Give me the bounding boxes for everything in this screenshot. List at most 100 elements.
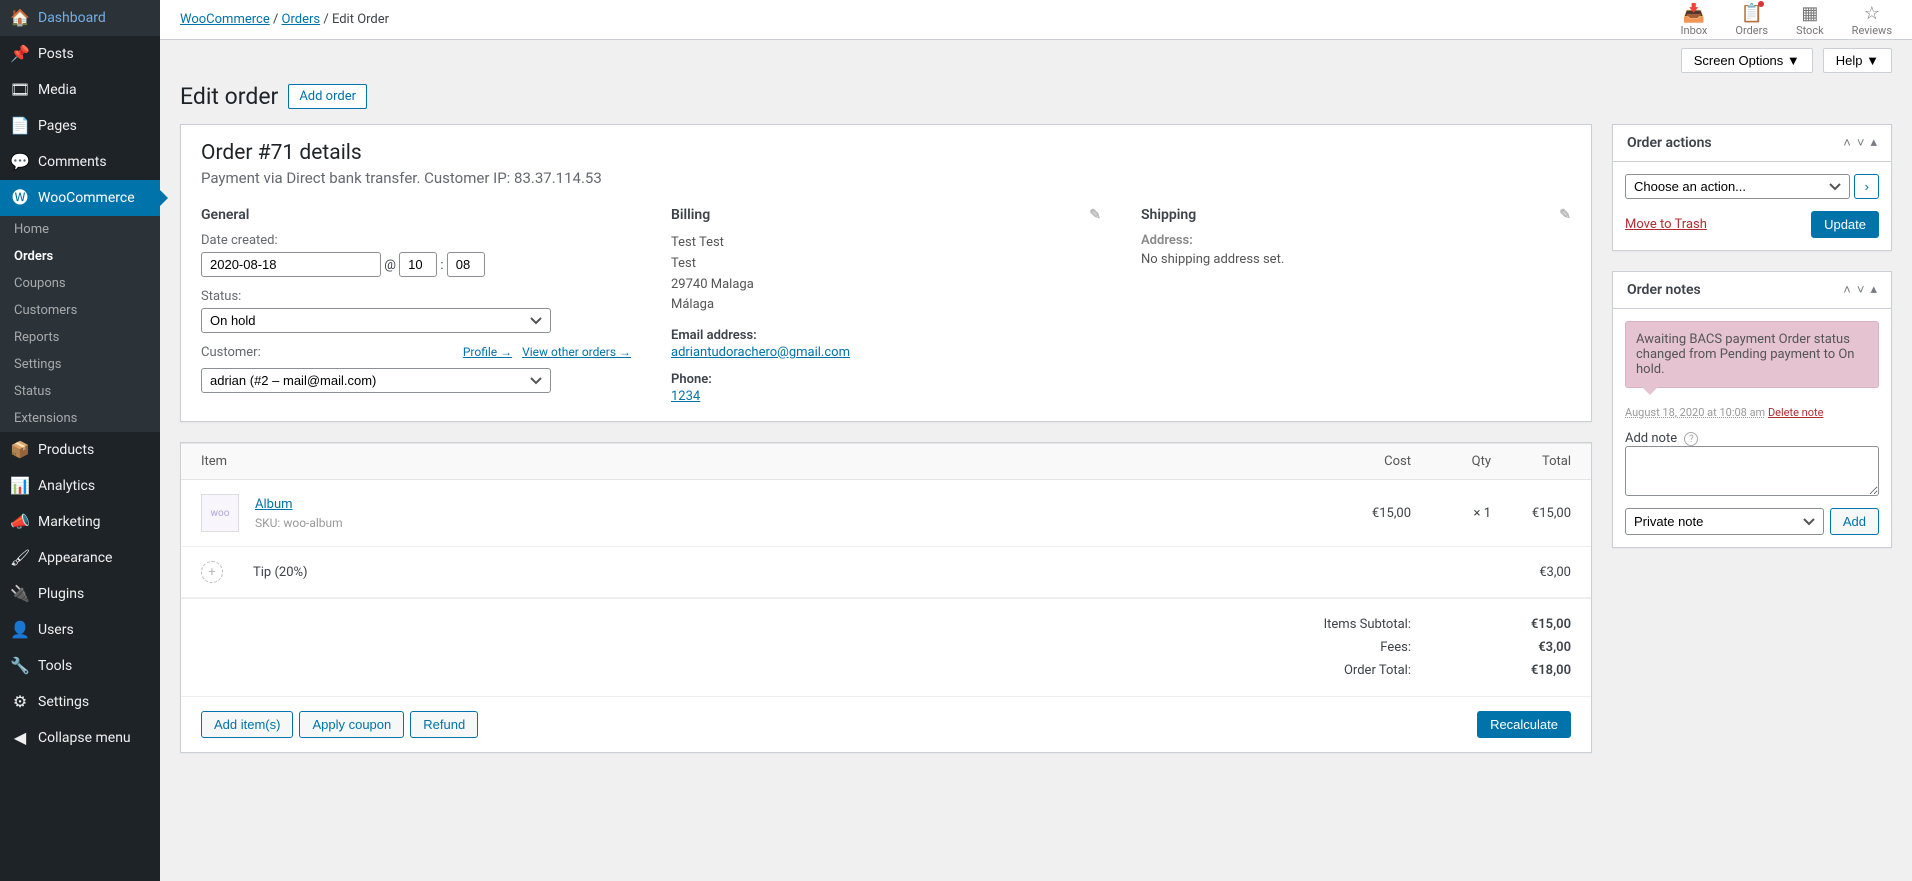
topicon-reviews[interactable]: ☆Reviews — [1852, 3, 1892, 37]
products-icon: 📦 — [10, 440, 30, 460]
billing-line4: Málaga — [671, 295, 1101, 316]
action-select[interactable]: Choose an action... — [1625, 174, 1850, 199]
sidebar-item-tools[interactable]: 🔧Tools — [0, 648, 160, 684]
expand-fee-icon[interactable]: + — [201, 561, 223, 583]
sidebar-item-analytics[interactable]: 📊Analytics — [0, 468, 160, 504]
shipping-section: Shipping✎ Address: No shipping address s… — [1141, 207, 1571, 405]
recalculate-button[interactable]: Recalculate — [1477, 711, 1571, 738]
sidebar-item-dashboard[interactable]: 🏠Dashboard — [0, 0, 160, 36]
sidebar-collapse[interactable]: ◀Collapse menu — [0, 720, 160, 756]
shipping-heading: Shipping — [1141, 207, 1196, 223]
submenu-status[interactable]: Status — [0, 378, 160, 405]
fee-row: + Tip (20%) €3,00 — [181, 547, 1591, 598]
page-title: Edit order — [180, 83, 278, 110]
add-order-button[interactable]: Add order — [288, 84, 367, 109]
apply-coupon-button[interactable]: Apply coupon — [299, 711, 404, 738]
edit-billing-icon[interactable]: ✎ — [1089, 207, 1101, 223]
tools-icon: 🔧 — [10, 656, 30, 676]
col-total: Total — [1491, 454, 1571, 469]
stock-icon: ▦ — [1796, 3, 1824, 24]
fee-name: Tip (20%) — [253, 565, 1331, 580]
sidebar-item-appearance[interactable]: 🖌Appearance — [0, 540, 160, 576]
appearance-icon: 🖌 — [10, 548, 30, 568]
sidebar-item-pages[interactable]: 📄Pages — [0, 108, 160, 144]
billing-email-link[interactable]: adriantudorachero@gmail.com — [671, 345, 850, 360]
update-button[interactable]: Update — [1811, 211, 1879, 238]
time-sep: : — [440, 258, 443, 273]
line-item-row: woo Album SKU: woo-album €15,00 × 1 €15,… — [181, 480, 1591, 547]
col-cost: Cost — [1331, 454, 1411, 469]
help-button[interactable]: Help ▼ — [1823, 48, 1892, 73]
submenu-settings[interactable]: Settings — [0, 351, 160, 378]
profile-link[interactable]: Profile → — [463, 345, 512, 364]
sidebar-item-plugins[interactable]: 🔌Plugins — [0, 576, 160, 612]
pages-icon: 📄 — [10, 116, 30, 136]
fee-total: €3,00 — [1491, 565, 1571, 580]
sidebar-submenu: Home Orders Coupons Customers Reports Se… — [0, 216, 160, 432]
sidebar-item-users[interactable]: 👤Users — [0, 612, 160, 648]
plugins-icon: 🔌 — [10, 584, 30, 604]
marketing-icon: 📣 — [10, 512, 30, 532]
topicon-stock[interactable]: ▦Stock — [1796, 3, 1824, 37]
date-created-label: Date created: — [201, 233, 631, 248]
breadcrumb-woocommerce[interactable]: WooCommerce — [180, 12, 270, 27]
screen-options-button[interactable]: Screen Options ▼ — [1681, 48, 1813, 73]
add-note-button[interactable]: Add — [1830, 508, 1879, 535]
chevron-up-icon[interactable]: ˄ — [1843, 282, 1851, 298]
move-icon[interactable]: ▴ — [1870, 135, 1877, 151]
chevron-up-icon[interactable]: ˄ — [1843, 135, 1851, 151]
sidebar-item-media[interactable]: 🎞Media — [0, 72, 160, 108]
order-subtitle: Payment via Direct bank transfer. Custom… — [201, 169, 1571, 187]
topicon-orders[interactable]: 📋Orders — [1735, 3, 1768, 37]
notification-dot-icon — [1758, 1, 1764, 7]
submenu-reports[interactable]: Reports — [0, 324, 160, 351]
sidebar-item-comments[interactable]: 💬Comments — [0, 144, 160, 180]
sku-value: woo-album — [283, 516, 342, 530]
move-to-trash-link[interactable]: Move to Trash — [1625, 217, 1707, 232]
item-cost: €15,00 — [1331, 506, 1411, 521]
add-items-button[interactable]: Add item(s) — [201, 711, 293, 738]
fees-value: €3,00 — [1491, 640, 1571, 655]
breadcrumb-orders[interactable]: Orders — [282, 12, 321, 27]
submenu-home[interactable]: Home — [0, 216, 160, 243]
order-notes-heading: Order notes — [1627, 282, 1701, 298]
submenu-extensions[interactable]: Extensions — [0, 405, 160, 432]
fees-label: Fees: — [1291, 640, 1411, 655]
phone-label: Phone: — [671, 372, 1101, 387]
chevron-down-icon[interactable]: ˅ — [1857, 135, 1865, 151]
run-action-button[interactable]: › — [1854, 174, 1879, 199]
submenu-orders[interactable]: Orders — [0, 243, 160, 270]
delete-note-link[interactable]: Delete note — [1768, 406, 1824, 419]
shipping-address-label: Address: — [1141, 233, 1571, 248]
help-icon[interactable]: ? — [1684, 432, 1698, 446]
submenu-coupons[interactable]: Coupons — [0, 270, 160, 297]
posts-icon: 📌 — [10, 44, 30, 64]
sidebar-item-posts[interactable]: 📌Posts — [0, 36, 160, 72]
date-created-input[interactable] — [201, 252, 381, 277]
sidebar-item-settings[interactable]: ⚙Settings — [0, 684, 160, 720]
item-total: €15,00 — [1491, 506, 1571, 521]
sidebar-item-marketing[interactable]: 📣Marketing — [0, 504, 160, 540]
topicon-inbox[interactable]: 📥Inbox — [1681, 3, 1708, 37]
inbox-icon: 📥 — [1681, 3, 1708, 24]
minute-input[interactable] — [447, 252, 485, 277]
edit-shipping-icon[interactable]: ✎ — [1559, 207, 1571, 223]
move-icon[interactable]: ▴ — [1870, 282, 1877, 298]
submenu-customers[interactable]: Customers — [0, 297, 160, 324]
sidebar-item-products[interactable]: 📦Products — [0, 432, 160, 468]
order-title: Order #71 details — [201, 141, 1571, 165]
view-other-orders-link[interactable]: View other orders → — [522, 345, 631, 364]
add-note-textarea[interactable] — [1625, 446, 1879, 496]
refund-button[interactable]: Refund — [410, 711, 478, 738]
hour-input[interactable] — [399, 252, 437, 277]
customer-select[interactable]: adrian (#2 – mail@mail.com) — [201, 368, 551, 393]
status-select[interactable]: On hold — [201, 308, 551, 333]
sidebar-item-woocommerce[interactable]: 🅦WooCommerce — [0, 180, 160, 216]
note-type-select[interactable]: Private note — [1625, 508, 1824, 535]
product-name-link[interactable]: Album — [255, 497, 293, 512]
sku-label: SKU: — [255, 516, 280, 530]
billing-line2: Test — [671, 254, 1101, 275]
billing-name: Test Test — [671, 233, 1101, 254]
billing-phone-link[interactable]: 1234 — [671, 389, 700, 404]
chevron-down-icon[interactable]: ˅ — [1857, 282, 1865, 298]
